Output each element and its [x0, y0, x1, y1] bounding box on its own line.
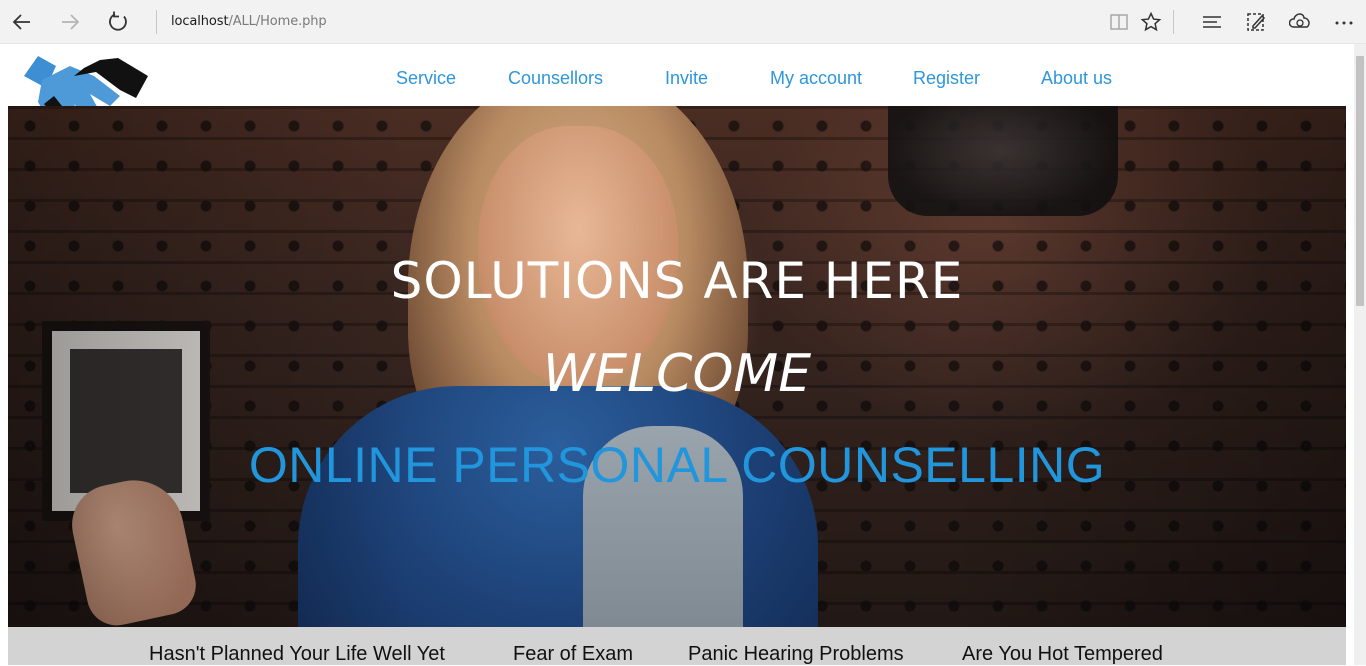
main-nav: Service Counsellors Invite My account Re…: [0, 68, 1346, 92]
share-icon[interactable]: [1286, 8, 1314, 36]
hero-subtitle: ONLINE PERSONAL COUNSELLING: [248, 437, 1106, 493]
hero-headline: SOLUTIONS ARE HERE: [390, 252, 964, 310]
toolbar-divider: [1173, 10, 1174, 34]
back-icon[interactable]: [8, 8, 36, 36]
browser-toolbar: localhost/ALL/Home.php: [0, 0, 1366, 44]
issue-item[interactable]: Fear of Exam: [513, 643, 633, 666]
hero-welcome: WELCOME: [542, 344, 812, 404]
hub-icon[interactable]: [1198, 8, 1226, 36]
issue-item[interactable]: Hasn't Planned Your Life Well Yet: [149, 643, 445, 666]
reading-view-icon[interactable]: [1105, 8, 1133, 36]
favorite-star-icon[interactable]: [1137, 8, 1165, 36]
hero-banner: SOLUTIONS ARE HERE WELCOME ONLINE PERSON…: [8, 106, 1346, 627]
nav-invite[interactable]: Invite: [665, 68, 708, 89]
nav-about-us[interactable]: About us: [1041, 68, 1112, 89]
nav-my-account[interactable]: My account: [770, 68, 862, 89]
nav-counsellors[interactable]: Counsellors: [508, 68, 603, 89]
scrollbar-thumb[interactable]: [1356, 56, 1364, 306]
refresh-icon[interactable]: [104, 8, 132, 36]
web-note-icon[interactable]: [1242, 8, 1270, 36]
forward-icon[interactable]: [56, 8, 84, 36]
more-icon[interactable]: [1330, 8, 1358, 36]
nav-service[interactable]: Service: [396, 68, 456, 89]
address-bar[interactable]: localhost/ALL/Home.php: [171, 14, 327, 29]
issue-item[interactable]: Panic Hearing Problems: [688, 643, 904, 666]
issue-item[interactable]: Are You Hot Tempered: [962, 643, 1163, 666]
nav-register[interactable]: Register: [913, 68, 980, 89]
issues-bar: Hasn't Planned Your Life Well Yet Fear o…: [8, 627, 1346, 665]
url-host: localhost: [171, 14, 229, 29]
web-page: Service Counsellors Invite My account Re…: [0, 44, 1366, 665]
url-path: /ALL/Home.php: [228, 14, 327, 29]
address-divider: [156, 10, 157, 34]
vertical-scrollbar[interactable]: [1354, 44, 1366, 665]
